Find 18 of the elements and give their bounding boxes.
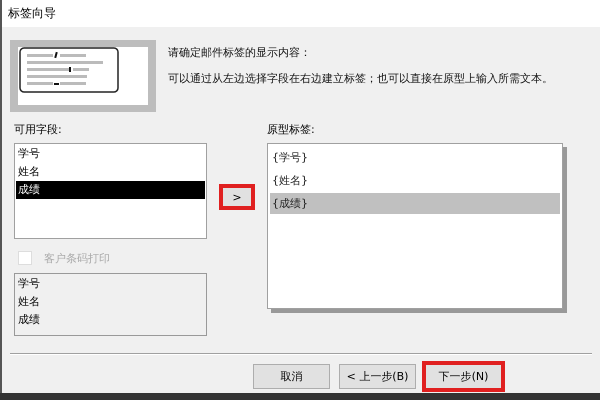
instruction-text: 可以通过从左边选择字段在右边建立标签；也可以直接在原型上输入所需文本。 — [168, 71, 553, 86]
list-item: 姓名 — [17, 294, 41, 310]
window-title: 标签向导 — [2, 0, 600, 27]
list-item[interactable]: 成绩 — [16, 181, 205, 199]
instruction-text: 请确定邮件标签的显示内容： — [168, 45, 312, 60]
prototype-label: 原型标签: — [267, 122, 316, 137]
dialog-button[interactable]: < 上一步(B) — [339, 364, 416, 389]
prototype-line[interactable]: {学号} — [270, 147, 560, 168]
prototype-line[interactable]: {姓名} — [270, 170, 560, 191]
list-item[interactable]: 学号 — [16, 145, 205, 163]
list-item: 学号 — [17, 276, 41, 292]
add-field-button[interactable]: > — [222, 187, 252, 207]
checkbox-label: 客户条码打印 — [44, 250, 110, 266]
dialog-button[interactable]: 取消 — [253, 364, 330, 389]
list-item[interactable]: 姓名 — [16, 163, 205, 181]
field-list-label: 可用字段: — [14, 122, 63, 137]
list-item: 成绩 — [17, 312, 41, 328]
dialog-button[interactable]: 下一步(N) — [425, 364, 502, 389]
